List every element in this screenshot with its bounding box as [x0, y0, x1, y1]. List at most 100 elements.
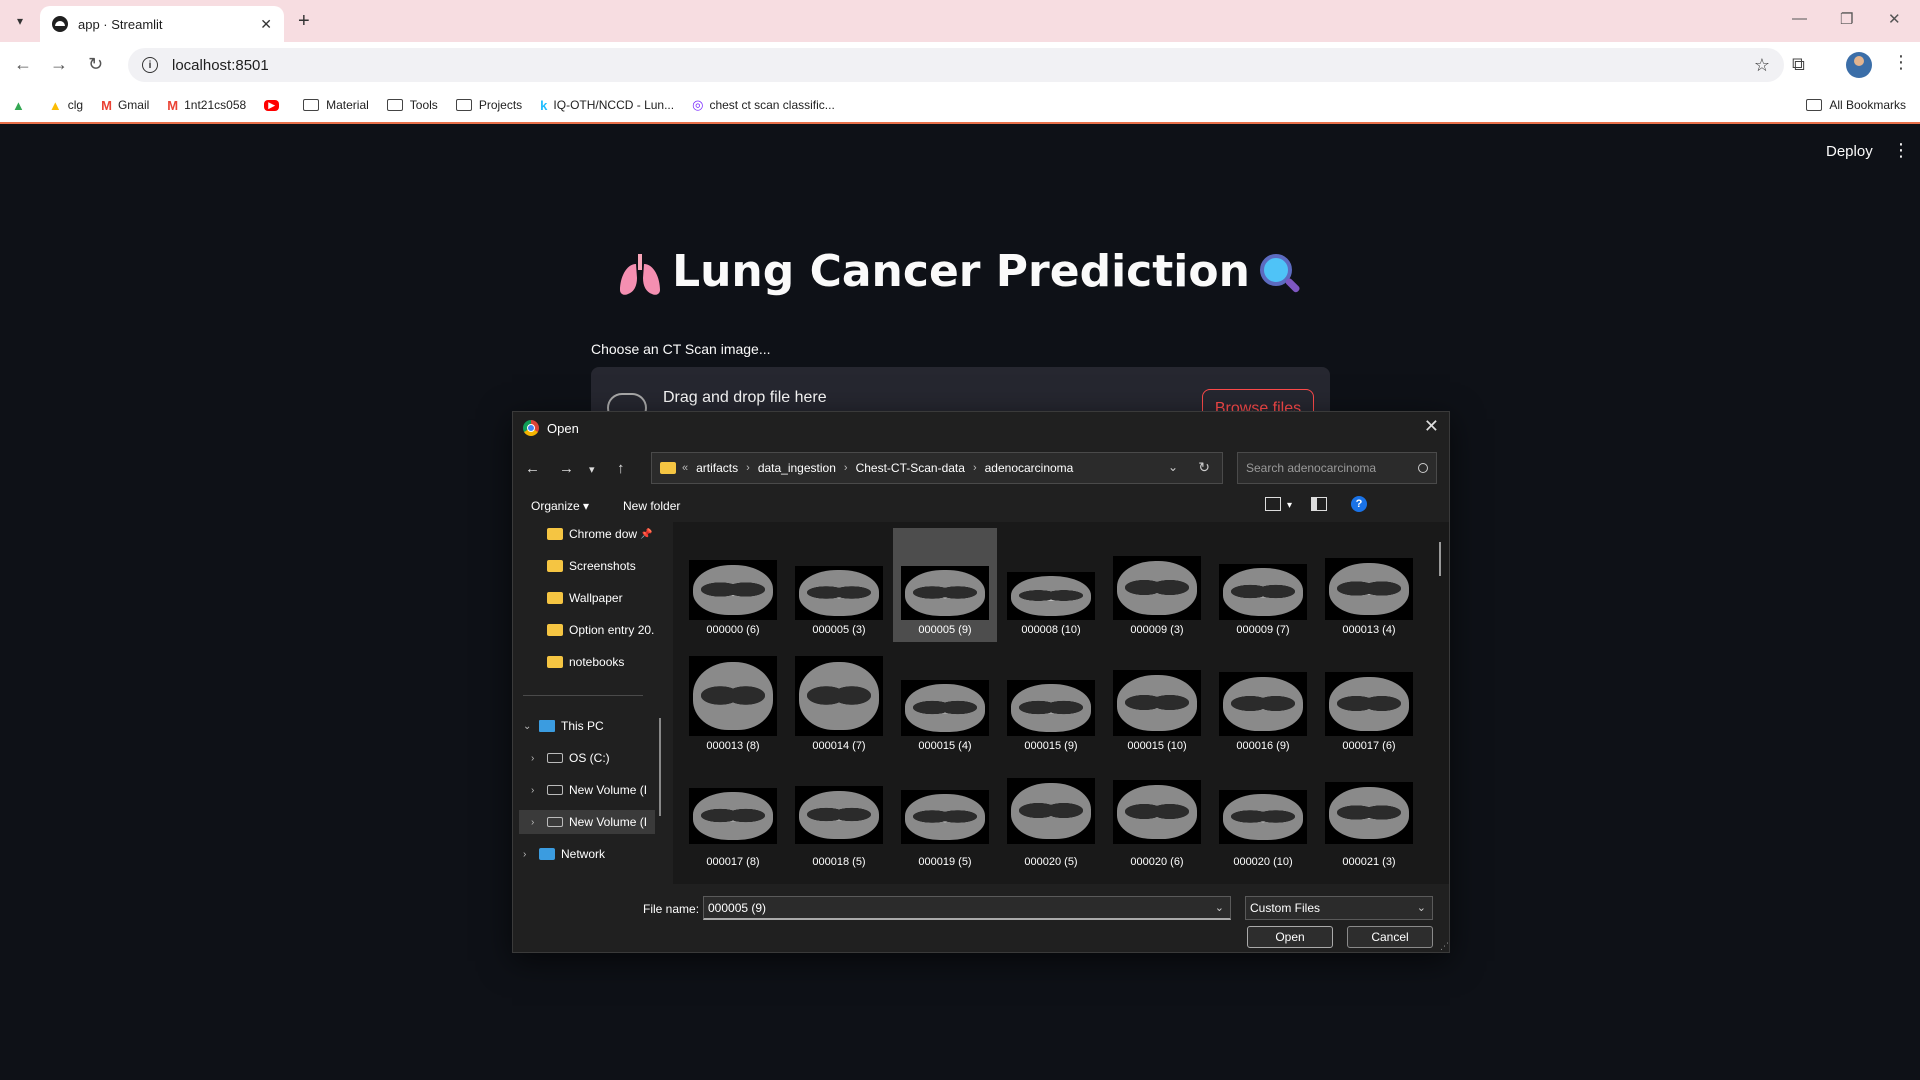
refresh-icon[interactable]: ↻ [1198, 459, 1210, 476]
nav-item-network[interactable]: › Network [523, 842, 605, 866]
file-thumbnail[interactable]: 000013 (4) [1317, 528, 1421, 642]
close-window-icon[interactable]: ✕ [1888, 10, 1901, 28]
file-name-input[interactable]: 000005 (9) ⌄ [703, 896, 1231, 920]
bookmark-youtube[interactable]: ▶ [264, 99, 285, 111]
view-dropdown-icon[interactable]: ▾ [1287, 500, 1292, 511]
nav-item-option-entry[interactable]: Option entry 20. [547, 618, 654, 642]
help-icon[interactable]: ? [1351, 496, 1367, 512]
dialog-close-icon[interactable]: ✕ [1424, 416, 1439, 437]
forward-icon[interactable]: → [50, 54, 68, 75]
breadcrumb-adenocarcinoma[interactable]: adenocarcinoma [985, 461, 1074, 475]
folder-icon [1806, 99, 1823, 111]
dialog-search-input[interactable]: Search adenocarcinoma [1237, 452, 1437, 484]
site-info-icon[interactable]: i [142, 57, 158, 73]
bookmark-projects[interactable]: Projects [455, 98, 522, 112]
file-list-scrollbar[interactable] [1439, 542, 1441, 576]
browser-menu-icon[interactable]: ⋮ [1892, 52, 1910, 73]
bookmark-tools[interactable]: Tools [386, 98, 438, 112]
file-type-select[interactable]: Custom Files ⌄ [1245, 896, 1433, 920]
file-thumbnail[interactable]: 000014 (7) [787, 644, 891, 758]
bookmark-clg[interactable]: ▲ clg [49, 98, 83, 113]
file-thumbnail[interactable]: 000017 (6) [1317, 644, 1421, 758]
breadcrumb-artifacts[interactable]: artifacts [696, 461, 738, 475]
resize-grip-icon[interactable]: ⋰ [1440, 941, 1449, 952]
nav-item-new-volume-2[interactable]: › New Volume (I [519, 810, 655, 834]
file-thumbnail-selected[interactable]: 000005 (9) [893, 528, 997, 642]
nav-item-this-pc[interactable]: ⌄ This PC [523, 714, 604, 738]
file-thumbnail[interactable]: 000020 (5) [999, 776, 1103, 884]
bookmark-iq-oth[interactable]: k IQ-OTH/NCCD - Lun... [540, 98, 674, 113]
new-tab-button[interactable]: + [298, 10, 310, 33]
chevron-down-icon[interactable]: ⌄ [1215, 901, 1224, 914]
nav-item-chrome-downloads[interactable]: Chrome dow 📌 [547, 522, 652, 546]
up-folder-icon[interactable]: ↑ [617, 460, 625, 477]
extensions-icon[interactable]: ⧉ [1792, 54, 1805, 75]
profile-avatar[interactable] [1846, 52, 1872, 78]
address-dropdown-icon[interactable]: ⌄ [1168, 460, 1178, 474]
file-thumbnail[interactable]: 000015 (4) [893, 644, 997, 758]
url-text[interactable]: localhost:8501 [172, 57, 1754, 74]
new-folder-button[interactable]: New folder [623, 499, 680, 513]
streamlit-menu-icon[interactable]: ⋮ [1892, 140, 1910, 161]
bookmark-chest-ct[interactable]: ◎ chest ct scan classific... [692, 97, 835, 113]
breadcrumb-data-ingestion[interactable]: data_ingestion [758, 461, 836, 475]
file-thumbnail[interactable]: 000021 (3) [1317, 776, 1421, 884]
open-button[interactable]: Open [1247, 926, 1333, 948]
deploy-button[interactable]: Deploy [1826, 143, 1873, 160]
file-thumbnail[interactable]: 000016 (9) [1211, 644, 1315, 758]
nav-item-os-c[interactable]: › OS (C:) [531, 746, 610, 770]
file-thumbnail[interactable]: 000009 (3) [1105, 528, 1209, 642]
file-thumbnail[interactable]: 000015 (9) [999, 644, 1103, 758]
folder-icon [547, 656, 563, 668]
file-name-label: 000020 (6) [1130, 856, 1184, 868]
nav-item-wallpaper[interactable]: Wallpaper [547, 586, 623, 610]
file-thumbnail[interactable]: 000009 (7) [1211, 528, 1315, 642]
bookmark-material[interactable]: Material [303, 98, 369, 112]
bookmark-drive[interactable]: ▲ [12, 98, 31, 113]
file-thumbnail[interactable]: 000000 (6) [681, 528, 785, 642]
organize-button[interactable]: Organize ▾ [531, 499, 589, 513]
nav-item-new-volume-1[interactable]: › New Volume (I [531, 778, 647, 802]
bookmark-gmail[interactable]: M Gmail [101, 98, 149, 113]
nav-item-notebooks[interactable]: notebooks [547, 650, 624, 674]
file-thumbnail[interactable]: 000013 (8) [681, 644, 785, 758]
file-thumbnail[interactable]: 000019 (5) [893, 776, 997, 884]
recent-locations-icon[interactable]: ▾ [589, 463, 595, 476]
drop-text: Drag and drop file here [663, 389, 827, 406]
chevron-right-icon[interactable]: › [531, 785, 547, 796]
close-tab-icon[interactable]: ✕ [260, 16, 272, 33]
back-icon[interactable]: ← [14, 54, 32, 75]
nav-scrollbar[interactable] [659, 718, 661, 816]
file-thumbnail[interactable]: 000005 (3) [787, 528, 891, 642]
chevron-right-icon[interactable]: › [531, 753, 547, 764]
view-options-icon[interactable] [1265, 497, 1281, 511]
file-thumbnail[interactable]: 000018 (5) [787, 776, 891, 884]
file-thumbnail[interactable]: 000020 (10) [1211, 776, 1315, 884]
address-bar[interactable]: i localhost:8501 ☆ [128, 48, 1784, 82]
bookmark-1nt21cs058[interactable]: M 1nt21cs058 [167, 98, 246, 113]
file-thumbnail[interactable]: 000008 (10) [999, 528, 1103, 642]
minimize-icon[interactable]: — [1792, 10, 1807, 27]
preview-pane-icon[interactable] [1311, 497, 1327, 511]
chevron-down-icon[interactable]: ⌄ [523, 721, 539, 732]
dialog-address-bar[interactable]: « artifacts › data_ingestion › Chest-CT-Sc… [651, 452, 1223, 484]
chevron-right-icon[interactable]: › [531, 817, 547, 828]
file-thumbnail[interactable]: 000017 (8) [681, 776, 785, 884]
file-thumbnail[interactable]: 000020 (6) [1105, 776, 1209, 884]
tab-search-button[interactable]: ▾ [8, 9, 32, 33]
chevron-right-icon[interactable]: › [523, 849, 539, 860]
nav-item-screenshots[interactable]: Screenshots [547, 554, 636, 578]
dialog-forward-icon[interactable]: → [559, 460, 574, 477]
open-file-dialog: Open ✕ ← → ▾ ↑ « artifacts › data_ingesti… [512, 411, 1450, 953]
ct-scan-image [1113, 780, 1201, 844]
reload-icon[interactable]: ↻ [88, 54, 103, 75]
restore-icon[interactable]: ❐ [1840, 10, 1853, 28]
breadcrumb-chest-ct-scan-data[interactable]: Chest-CT-Scan-data [856, 461, 965, 475]
bookmark-star-icon[interactable]: ☆ [1754, 55, 1770, 76]
browser-tab[interactable]: app · Streamlit ✕ [40, 6, 284, 42]
file-thumbnail[interactable]: 000015 (10) [1105, 644, 1209, 758]
chevron-down-icon[interactable]: ⌄ [1417, 901, 1426, 914]
dialog-back-icon[interactable]: ← [525, 460, 540, 477]
all-bookmarks[interactable]: All Bookmarks [1806, 98, 1906, 112]
cancel-button[interactable]: Cancel [1347, 926, 1433, 948]
